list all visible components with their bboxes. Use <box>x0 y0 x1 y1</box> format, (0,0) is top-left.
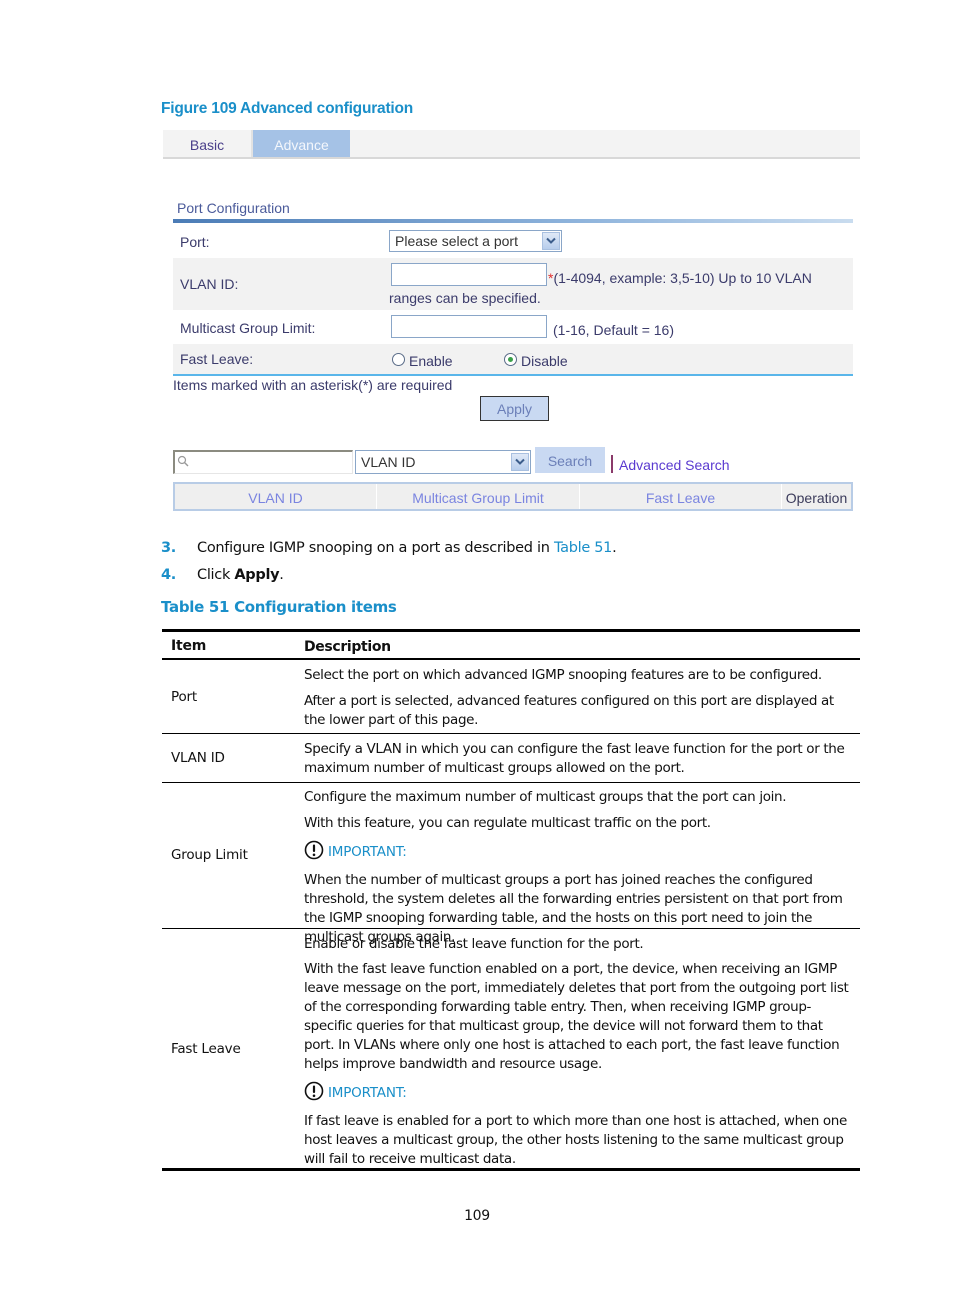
section-title: Port Configuration <box>177 200 290 216</box>
column-header-group-limit[interactable]: Multicast Group Limit <box>377 484 580 509</box>
table-bottom-rule <box>162 1168 860 1171</box>
step-text: Configure IGMP snooping on a port as des… <box>197 540 617 556</box>
tab-basic[interactable]: Basic <box>163 130 253 157</box>
apply-term: Apply <box>234 567 280 583</box>
exclamation-circle-icon <box>304 840 324 864</box>
row-desc-port-p2: After a port is selected, advanced featu… <box>304 693 834 728</box>
tab-advance[interactable]: Advance <box>253 130 350 157</box>
group-limit-input[interactable] <box>391 315 547 338</box>
table-title: Table 51 Configuration items <box>161 598 397 616</box>
search-input[interactable] <box>173 450 353 474</box>
vlan-id-hint-text: (1-4094, example: 3,5-10) Up to 10 VLAN <box>553 270 812 286</box>
step-text-end: . <box>612 540 617 556</box>
important-notice: IMPORTANT: <box>304 840 407 864</box>
row-desc-group-limit-p2: With this feature, you can regulate mult… <box>304 815 711 831</box>
fast-leave-disable-radio[interactable] <box>504 353 517 366</box>
port-label: Port: <box>180 234 210 250</box>
header-description: Description <box>304 639 391 655</box>
important-notice: IMPORTANT: <box>304 1081 407 1105</box>
fast-leave-disable-label[interactable]: Disable <box>521 353 568 369</box>
vlan-id-input[interactable] <box>391 263 547 286</box>
step-number: 4. <box>161 567 176 583</box>
table-top-rule <box>162 629 860 632</box>
port-row: Port: Please select a port <box>173 225 853 258</box>
fast-leave-row: Fast Leave: Enable Disable <box>173 344 853 374</box>
row-desc-fast-leave-p2: With the fast leave function enabled on … <box>304 961 849 1072</box>
header-rule <box>162 658 860 660</box>
group-limit-label: Multicast Group Limit: <box>180 320 316 336</box>
important-label: IMPORTANT: <box>328 844 407 860</box>
chevron-down-icon[interactable] <box>542 232 560 250</box>
advanced-search-link[interactable]: Advanced Search <box>619 457 730 473</box>
group-limit-row: Multicast Group Limit: (1-16, Default = … <box>173 310 853 344</box>
step-text-end: . <box>279 567 284 583</box>
vlan-id-hint: *(1-4094, example: 3,5-10) Up to 10 VLAN <box>548 270 812 286</box>
vlan-id-label: VLAN ID: <box>180 276 239 292</box>
section-divider <box>173 219 853 223</box>
row-desc-vlan-id: Specify a VLAN in which you can configur… <box>304 741 845 776</box>
step-number: 3. <box>161 540 176 556</box>
apply-button[interactable]: Apply <box>480 396 549 421</box>
header-item: Item <box>171 638 207 654</box>
chevron-down-icon[interactable] <box>511 453 529 471</box>
search-field-select[interactable]: VLAN ID <box>355 450 531 474</box>
row-desc-fast-leave-p1: Enable or disable the fast leave functio… <box>304 936 644 952</box>
row-rule <box>162 782 860 783</box>
row-item-fast-leave: Fast Leave <box>171 1041 241 1057</box>
port-select[interactable]: Please select a port <box>389 230 562 252</box>
results-table-header: VLAN ID Multicast Group Limit Fast Leave… <box>173 482 853 511</box>
step-text-body: Configure IGMP snooping on a port as des… <box>197 540 554 556</box>
row-desc-fast-leave-important: If fast leave is enabled for a port to w… <box>304 1113 847 1167</box>
column-header-operation: Operation <box>785 490 848 506</box>
form-divider <box>173 374 853 376</box>
row-item-group-limit: Group Limit <box>171 847 248 863</box>
row-rule <box>162 928 860 929</box>
row-desc-group-limit-p1: Configure the maximum number of multicas… <box>304 789 787 805</box>
page-number: 109 <box>464 1208 490 1224</box>
port-select-value: Please select a port <box>395 233 518 249</box>
row-item-port: Port <box>171 689 197 705</box>
fast-leave-enable-label[interactable]: Enable <box>409 353 453 369</box>
figure-title: Figure 109 Advanced configuration <box>161 100 414 117</box>
search-button[interactable]: Search <box>535 447 605 473</box>
separator <box>611 455 613 473</box>
table-51-link[interactable]: Table 51 <box>554 540 612 556</box>
important-label: IMPORTANT: <box>328 1085 407 1101</box>
required-note: Items marked with an asterisk(*) are req… <box>173 377 453 393</box>
column-header-fast-leave[interactable]: Fast Leave <box>580 484 782 509</box>
row-rule <box>162 733 860 734</box>
exclamation-circle-icon <box>304 1081 324 1105</box>
tab-bar: Basic Advance <box>163 130 860 159</box>
step-text-body: Click <box>197 567 235 583</box>
vlan-id-hint-line2: ranges can be specified. <box>389 290 541 306</box>
fast-leave-enable-radio[interactable] <box>392 353 405 366</box>
row-item-vlan-id: VLAN ID <box>171 750 225 766</box>
search-field-value: VLAN ID <box>361 454 416 470</box>
search-icon <box>177 455 189 467</box>
row-desc-port-p1: Select the port on which advanced IGMP s… <box>304 667 822 683</box>
group-limit-hint: (1-16, Default = 16) <box>553 322 675 338</box>
column-header-vlan-id[interactable]: VLAN ID <box>175 484 377 509</box>
fast-leave-label: Fast Leave: <box>180 351 254 367</box>
step-text: Click Apply. <box>197 567 284 583</box>
vlan-id-row: VLAN ID: *(1-4094, example: 3,5-10) Up t… <box>173 258 853 310</box>
